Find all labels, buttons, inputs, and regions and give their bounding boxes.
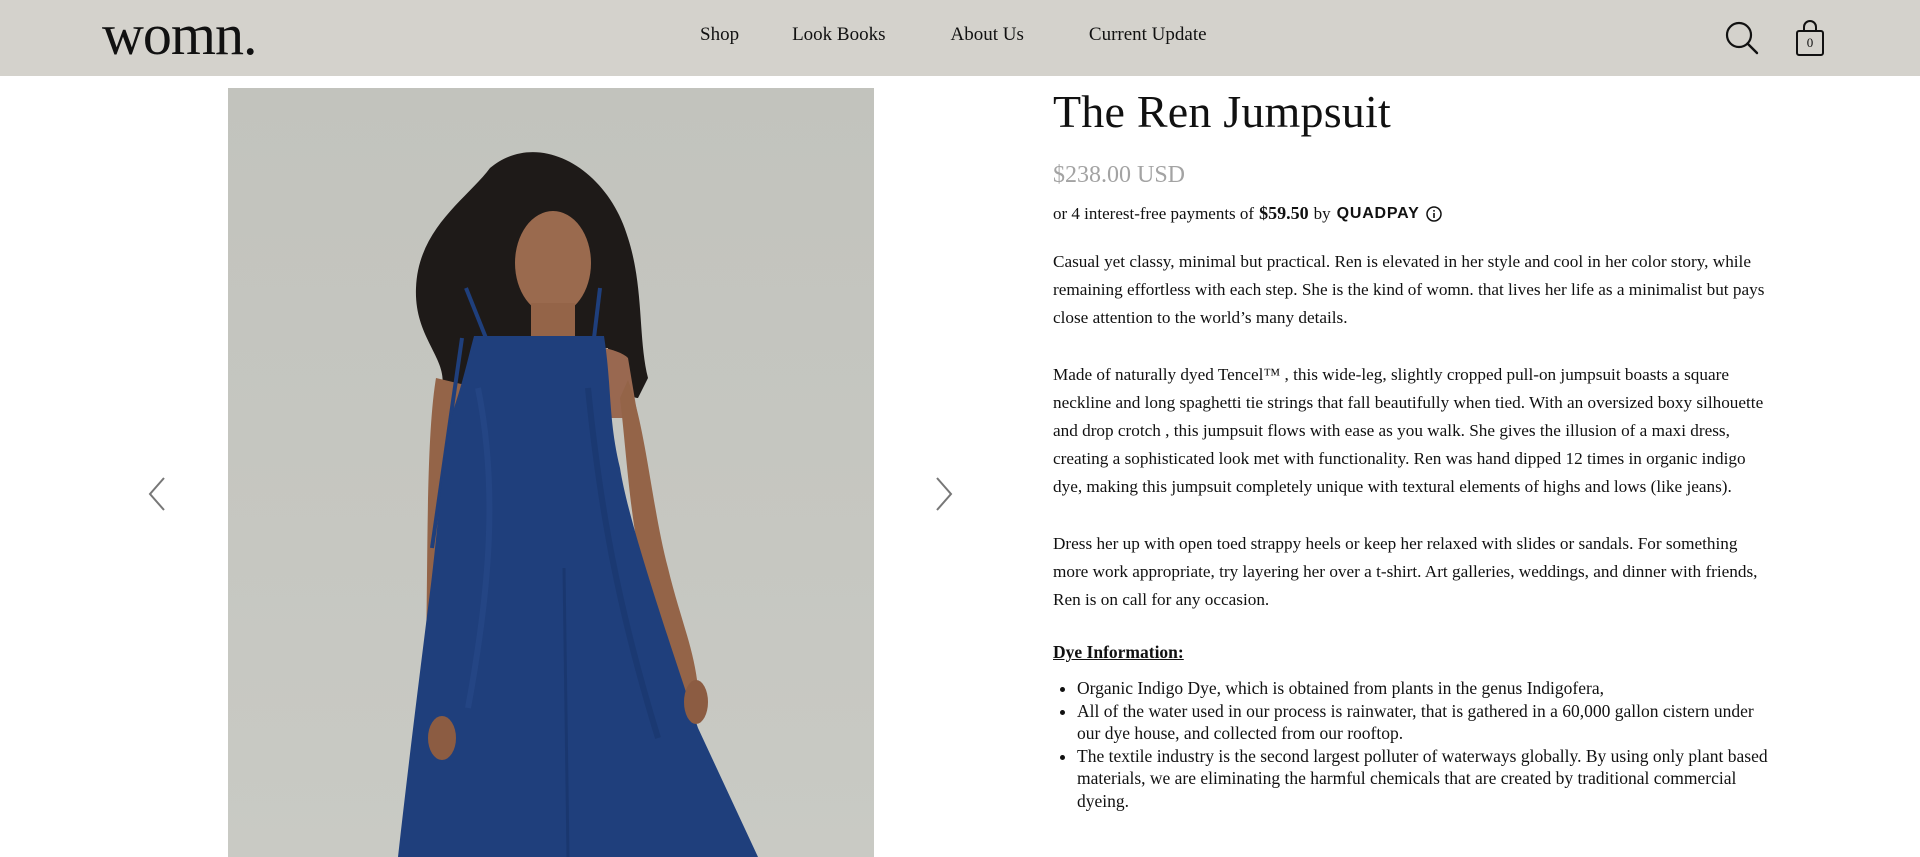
site-header: womn. Shop Look Books About Us Current U…	[0, 0, 1920, 76]
product-info: The Ren Jumpsuit $238.00 USD or 4 intere…	[1053, 84, 1773, 812]
product-description: Casual yet classy, minimal but practical…	[1053, 248, 1773, 614]
product-photo	[398, 152, 758, 857]
installment-prefix: or 4 interest-free payments of	[1053, 203, 1255, 223]
search-icon[interactable]	[1724, 20, 1760, 56]
installment-info: or 4 interest-free payments of $59.50 by…	[1053, 203, 1773, 224]
list-item: All of the water used in our process is …	[1077, 700, 1773, 745]
quadpay-logo: QUADPAY	[1336, 204, 1420, 222]
nav-item-shop[interactable]: Shop	[700, 24, 739, 46]
product-price: $238.00 USD	[1053, 162, 1186, 188]
product-title: The Ren Jumpsuit	[1053, 86, 1391, 137]
dye-information-list: Organic Indigo Dye, which is obtained fr…	[1053, 677, 1773, 812]
installment-amount: $59.50	[1259, 203, 1309, 223]
list-item: Organic Indigo Dye, which is obtained fr…	[1077, 677, 1773, 700]
cart-button[interactable]: 0	[1794, 19, 1826, 57]
list-item: The textile industry is the second large…	[1077, 745, 1773, 813]
description-paragraph: Casual yet classy, minimal but practical…	[1053, 252, 1765, 328]
installment-by: by	[1313, 203, 1331, 223]
description-paragraph: Made of naturally dyed Tencel™ , this wi…	[1053, 364, 1764, 497]
nav-item-current-update[interactable]: Current Update	[1089, 24, 1207, 46]
chevron-left-icon[interactable]	[146, 474, 168, 514]
site-logo[interactable]: womn.	[102, 0, 257, 64]
cart-count: 0	[1806, 35, 1814, 50]
dye-information-heading: Dye Information:	[1053, 642, 1184, 663]
main-nav: Shop Look Books About Us Current Update	[700, 24, 1207, 46]
product-image[interactable]	[228, 88, 874, 857]
nav-item-about-us[interactable]: About Us	[951, 24, 1024, 46]
info-icon[interactable]	[1425, 205, 1442, 222]
chevron-right-icon[interactable]	[933, 474, 955, 514]
nav-item-look-books[interactable]: Look Books	[792, 24, 885, 46]
description-paragraph: Dress her up with open toed strappy heel…	[1053, 533, 1758, 610]
